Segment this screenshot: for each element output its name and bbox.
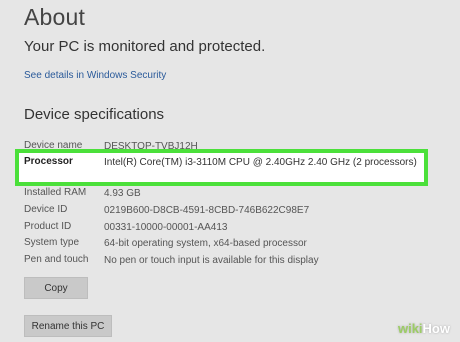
spec-value: 64-bit operating system, x64-based proce…	[104, 238, 307, 249]
spec-value: 0219B600-D8CB-4591-8CBD-746B622C98E7	[104, 205, 310, 216]
protection-status: Your PC is monitored and protected.	[24, 38, 266, 55]
about-page: About Your PC is monitored and protected…	[0, 0, 460, 342]
wikihow-watermark: wikiHow	[398, 321, 450, 336]
spec-value: 00331-10000-00001-AA413	[104, 222, 228, 233]
watermark-how: How	[422, 321, 450, 336]
spec-label: Processor	[24, 156, 73, 167]
windows-security-link[interactable]: See details in Windows Security	[24, 70, 166, 81]
page-title: About	[24, 4, 86, 30]
spec-value: Intel(R) Core(TM) i3-3110M CPU @ 2.40GHz…	[104, 157, 417, 168]
spec-label: Device name	[24, 140, 83, 151]
rename-pc-button[interactable]: Rename this PC	[24, 315, 112, 337]
spec-label: Device ID	[24, 204, 68, 215]
watermark-wiki: wiki	[397, 321, 423, 336]
spec-label: Product ID	[24, 221, 72, 232]
spec-label: System type	[24, 237, 80, 248]
spec-value: 4.93 GB	[104, 188, 141, 199]
copy-button[interactable]: Copy	[24, 277, 88, 299]
device-specifications-heading: Device specifications	[24, 106, 165, 123]
spec-value: DESKTOP-TVBJ12H	[104, 141, 198, 152]
spec-label: Installed RAM	[24, 187, 87, 198]
spec-label: Pen and touch	[24, 254, 89, 265]
spec-value: No pen or touch input is available for t…	[104, 255, 319, 266]
